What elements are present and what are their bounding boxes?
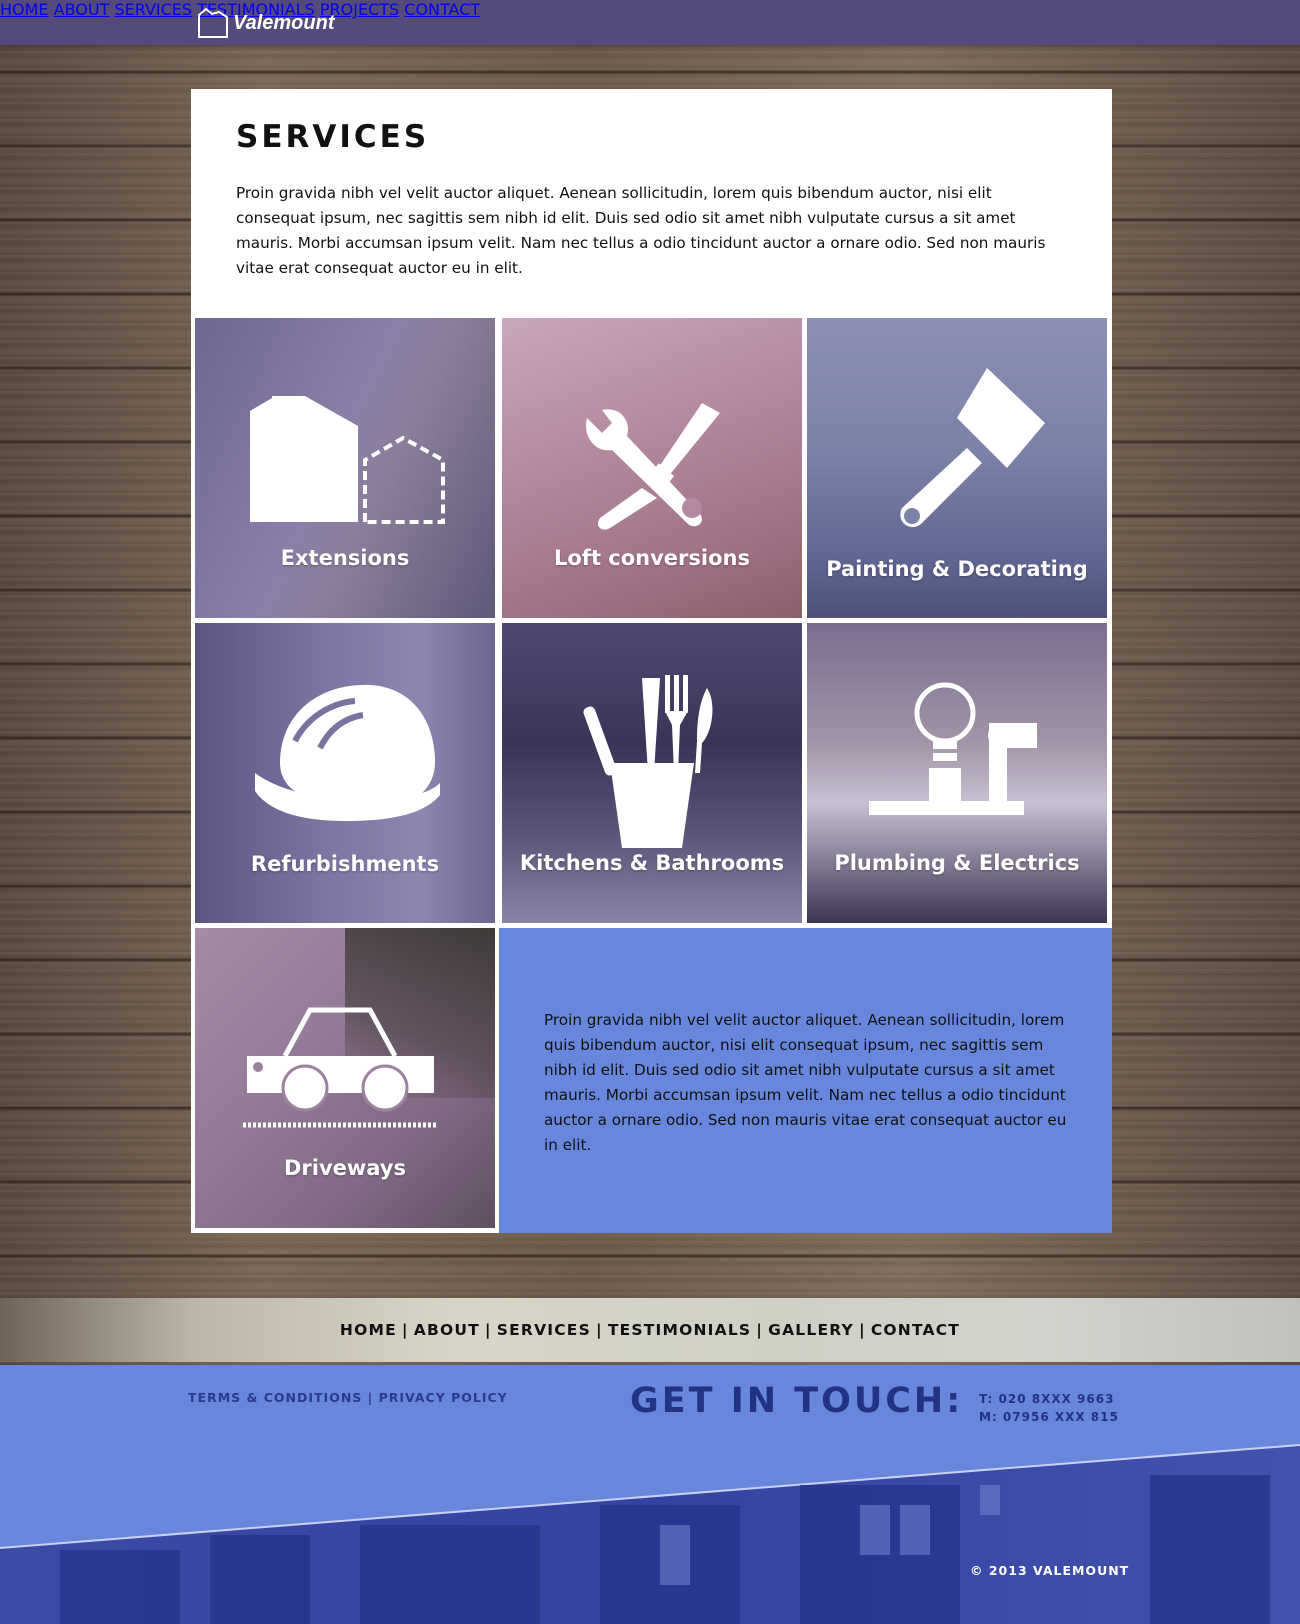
service-tile-painting-decorating[interactable]: Painting & Decorating — [807, 318, 1107, 618]
footer-nav: HOME | ABOUT | SERVICES | TESTIMONIALS | GALLERY… — [0, 1298, 1300, 1362]
brand-name: Valemount — [233, 11, 335, 34]
site-footer: TERMS & CONDITIONS | PRIVACY POLICY GET … — [0, 1365, 1300, 1624]
separator: | — [756, 1321, 764, 1339]
services-card: SERVICES Proin gravida nibh vel velit au… — [191, 89, 1112, 1233]
footer-nav-contact[interactable]: CONTACT — [871, 1321, 960, 1339]
footer-nav-about[interactable]: ABOUT — [414, 1321, 480, 1339]
separator: | — [858, 1321, 866, 1339]
mobile-number[interactable]: M: 07956 XXX 815 — [979, 1408, 1119, 1426]
house-logo-icon — [198, 7, 228, 38]
utensils-cup-icon — [583, 675, 713, 848]
house-extension-icon — [250, 396, 445, 524]
tile-label: Refurbishments — [250, 852, 440, 876]
service-tile-loft-conversions[interactable]: Loft conversions — [502, 318, 802, 618]
wrench-screwdriver-icon — [586, 403, 720, 530]
phone-number[interactable]: T: 020 8XXX 9663 — [979, 1390, 1119, 1408]
tile-label: Loft conversions — [554, 546, 750, 570]
top-nav-bar: Valemount HOME ABOUT SERVICES TESTIMONIA… — [0, 0, 1300, 45]
footer-nav-home[interactable]: HOME — [340, 1321, 397, 1339]
nav-contact[interactable]: CONTACT — [404, 0, 480, 19]
tile-label: Plumbing & Electrics — [834, 851, 1080, 875]
services-info-box: Proin gravida nibh vel velit auctor aliq… — [499, 928, 1112, 1233]
services-blurb: Proin gravida nibh vel velit auctor aliq… — [544, 1011, 1067, 1154]
service-tile-extensions[interactable]: Extensions — [195, 318, 495, 618]
contact-numbers: T: 020 8XXX 9663 M: 07956 XXX 815 — [979, 1390, 1119, 1426]
legal-links: TERMS & CONDITIONS | PRIVACY POLICY — [188, 1390, 508, 1405]
service-tile-kitchens-bathrooms[interactable]: Kitchens & Bathrooms — [502, 623, 802, 923]
tile-label: Driveways — [283, 1156, 407, 1180]
tile-label: Extensions — [280, 546, 410, 570]
tile-label: Painting & Decorating — [826, 557, 1088, 581]
brand-logo[interactable]: Valemount — [197, 7, 335, 39]
privacy-link[interactable]: PRIVACY POLICY — [379, 1390, 508, 1405]
service-tile-refurbishments[interactable]: Refurbishments — [195, 623, 495, 923]
car-icon — [243, 1007, 438, 1128]
services-intro: Proin gravida nibh vel velit auctor aliq… — [236, 184, 1046, 277]
separator: | — [484, 1321, 492, 1339]
service-tile-plumbing-electrics[interactable]: Plumbing & Electrics — [807, 623, 1107, 923]
nav-about[interactable]: ABOUT — [54, 0, 110, 19]
separator: | — [362, 1390, 379, 1405]
footer-nav-services[interactable]: SERVICES — [497, 1321, 591, 1339]
footer-nav-testimonials[interactable]: TESTIMONIALS — [608, 1321, 751, 1339]
hard-hat-icon — [255, 684, 440, 821]
terms-link[interactable]: TERMS & CONDITIONS — [188, 1390, 362, 1405]
nav-services[interactable]: SERVICES — [114, 0, 192, 19]
footer-nav-gallery[interactable]: GALLERY — [768, 1321, 854, 1339]
nav-home[interactable]: HOME — [0, 0, 49, 19]
separator: | — [595, 1321, 603, 1339]
page-title: SERVICES — [236, 119, 430, 155]
separator: | — [401, 1321, 409, 1339]
get-in-touch-heading: GET IN TOUCH: — [630, 1381, 964, 1421]
tile-label: Kitchens & Bathrooms — [519, 851, 785, 875]
lightbulb-pipe-icon — [869, 682, 1037, 815]
copyright: © 2013 VALEMOUNT — [970, 1563, 1130, 1578]
service-tile-driveways[interactable]: Driveways — [195, 928, 495, 1228]
